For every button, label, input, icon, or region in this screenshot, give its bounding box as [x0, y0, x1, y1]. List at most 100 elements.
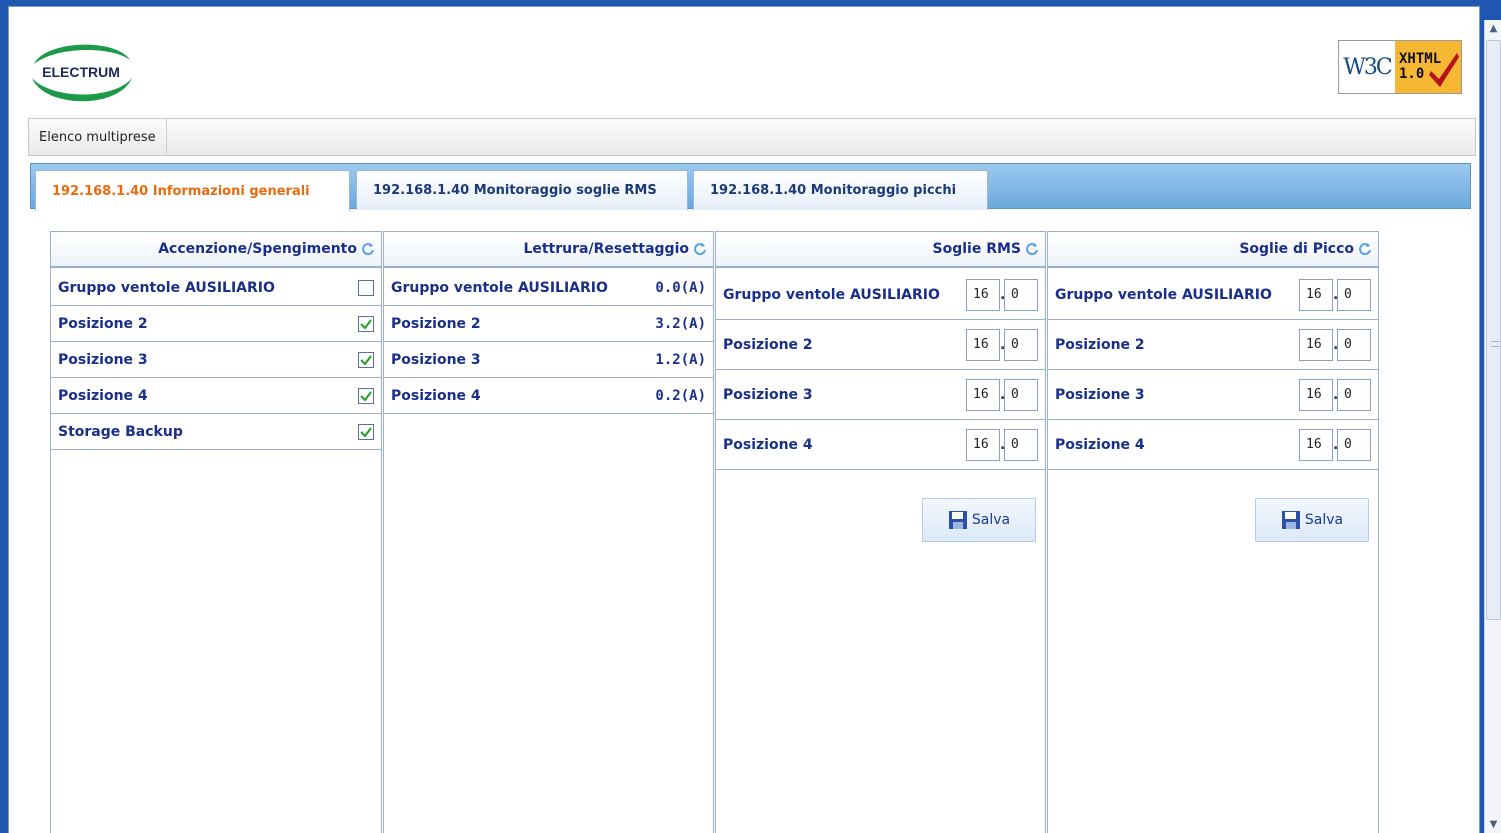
floppy-disk-icon [948, 511, 967, 529]
scroll-up-icon[interactable]: ▲ [1485, 20, 1501, 37]
panel-rms-header: Soglie RMS [716, 232, 1045, 268]
rms-row-label: Posizione 2 [723, 336, 813, 353]
peak-row: Posizione 3 . [1048, 370, 1378, 420]
power-row-label: Gruppo ventole AUSILIARIO [58, 279, 275, 296]
tab-monitoraggio-soglie-rms[interactable]: 192.168.1.40 Monitoraggio soglie RMS [356, 170, 688, 210]
rms-row: Posizione 3 . [716, 370, 1045, 420]
reading-value[interactable]: 1.2(A) [655, 352, 706, 368]
reading-row: Gruppo ventole AUSILIARIO 0.0(A) [384, 270, 713, 306]
rms-int-input[interactable] [966, 378, 1000, 411]
electrum-logo[interactable]: ELECTRUM [26, 34, 136, 110]
peak-int-input[interactable] [1299, 328, 1333, 361]
scroll-thumb[interactable] [1486, 40, 1501, 620]
checkbox-checked[interactable] [358, 351, 374, 368]
refresh-icon[interactable] [1358, 242, 1372, 256]
floppy-disk-icon [1281, 511, 1300, 529]
panel-reading-header: Lettrura/Resettaggio [384, 232, 713, 268]
rms-dec-input[interactable] [1004, 328, 1038, 361]
panel-rms-thresholds: Soglie RMS Gruppo ventole AUSILIARIO . P… [715, 231, 1046, 833]
panel-peak-header: Soglie di Picco [1048, 232, 1378, 268]
refresh-icon[interactable] [361, 242, 375, 256]
power-row-label: Storage Backup [58, 423, 183, 440]
checkbox-checked[interactable] [358, 423, 374, 440]
check-icon [360, 426, 372, 438]
power-row: Storage Backup [51, 414, 381, 450]
save-rms-button[interactable]: Salva [922, 498, 1036, 542]
save-rms-label: Salva [971, 512, 1011, 528]
menu-item-elenco-multiprese[interactable]: Elenco multiprese [29, 119, 167, 155]
peak-row: Gruppo ventole AUSILIARIO . [1048, 270, 1378, 320]
vertical-scrollbar[interactable]: ▲ ▼ [1484, 20, 1501, 833]
reading-row-label: Posizione 4 [391, 387, 481, 404]
reading-row: Posizione 3 1.2(A) [384, 342, 713, 378]
tab-bar: 192.168.1.40 Informazioni generali 192.1… [30, 163, 1471, 211]
panel-rms-title: Soglie RMS [932, 241, 1021, 257]
power-row: Posizione 3 [51, 342, 381, 378]
checkbox-checked[interactable] [358, 315, 374, 332]
peak-row-label: Gruppo ventole AUSILIARIO [1055, 286, 1272, 303]
peak-row: Posizione 4 . [1048, 420, 1378, 470]
panel-reading-title: Lettrura/Resettaggio [523, 241, 689, 257]
panel-power: Accenzione/Spengimento Gruppo ventole AU… [50, 231, 382, 833]
save-peak-button[interactable]: Salva [1255, 498, 1369, 542]
rms-dec-input[interactable] [1004, 278, 1038, 311]
w3c-xhtml-badge[interactable]: W3C XHTML 1.0 [1338, 40, 1462, 94]
menubar: Elenco multiprese [28, 118, 1476, 156]
reading-row-label: Posizione 2 [391, 315, 481, 332]
w3c-logo-text: W3C [1343, 54, 1392, 80]
tab-informazioni-generali[interactable]: 192.168.1.40 Informazioni generali [35, 170, 350, 211]
panel-power-header: Accenzione/Spengimento [51, 232, 381, 268]
peak-row-label: Posizione 2 [1055, 336, 1145, 353]
rms-row: Posizione 4 . [716, 420, 1045, 470]
peak-int-input[interactable] [1299, 428, 1333, 461]
rms-row-label: Posizione 4 [723, 436, 813, 453]
peak-dec-input[interactable] [1337, 328, 1371, 361]
svg-text:ELECTRUM: ELECTRUM [42, 64, 120, 80]
peak-row-label: Posizione 4 [1055, 436, 1145, 453]
power-row-label: Posizione 2 [58, 315, 148, 332]
reading-row-label: Posizione 3 [391, 351, 481, 368]
rms-dec-input[interactable] [1004, 378, 1038, 411]
tab-monitoraggio-picchi[interactable]: 192.168.1.40 Monitoraggio picchi [693, 170, 988, 210]
reading-value[interactable]: 0.2(A) [655, 388, 706, 404]
panel-power-title: Accenzione/Spengimento [158, 241, 357, 257]
check-icon [360, 318, 372, 330]
rms-row-label: Gruppo ventole AUSILIARIO [723, 286, 940, 303]
rms-dec-input[interactable] [1004, 428, 1038, 461]
refresh-icon[interactable] [693, 242, 707, 256]
check-icon [360, 354, 372, 366]
checkbox-unchecked[interactable] [358, 279, 374, 296]
reading-row: Posizione 2 3.2(A) [384, 306, 713, 342]
scroll-down-icon[interactable]: ▼ [1485, 816, 1501, 833]
rms-row: Posizione 2 . [716, 320, 1045, 370]
power-row-label: Posizione 3 [58, 351, 148, 368]
rms-int-input[interactable] [966, 278, 1000, 311]
peak-dec-input[interactable] [1337, 378, 1371, 411]
peak-dec-input[interactable] [1337, 428, 1371, 461]
reading-row-label: Gruppo ventole AUSILIARIO [391, 279, 608, 296]
reading-value[interactable]: 3.2(A) [655, 316, 706, 332]
rms-row: Gruppo ventole AUSILIARIO . [716, 270, 1045, 320]
power-row: Posizione 4 [51, 378, 381, 414]
reading-row: Posizione 4 0.2(A) [384, 378, 713, 414]
save-peak-label: Salva [1304, 512, 1344, 528]
reading-value[interactable]: 0.0(A) [655, 280, 706, 296]
peak-int-input[interactable] [1299, 278, 1333, 311]
checkbox-checked[interactable] [358, 387, 374, 404]
peak-row-label: Posizione 3 [1055, 386, 1145, 403]
peak-dec-input[interactable] [1337, 278, 1371, 311]
power-row-label: Posizione 4 [58, 387, 148, 404]
panel-peak-thresholds: Soglie di Picco Gruppo ventole AUSILIARI… [1047, 231, 1379, 833]
panel-peak-title: Soglie di Picco [1239, 241, 1354, 257]
refresh-icon[interactable] [1025, 242, 1039, 256]
peak-int-input[interactable] [1299, 378, 1333, 411]
rms-int-input[interactable] [966, 428, 1000, 461]
power-row: Posizione 2 [51, 306, 381, 342]
panel-reading: Lettrura/Resettaggio Gruppo ventole AUSI… [383, 231, 714, 833]
peak-row: Posizione 2 . [1048, 320, 1378, 370]
check-icon [360, 390, 372, 402]
rms-int-input[interactable] [966, 328, 1000, 361]
checkmark-icon [1429, 53, 1459, 87]
power-row: Gruppo ventole AUSILIARIO [51, 270, 381, 306]
rms-row-label: Posizione 3 [723, 386, 813, 403]
